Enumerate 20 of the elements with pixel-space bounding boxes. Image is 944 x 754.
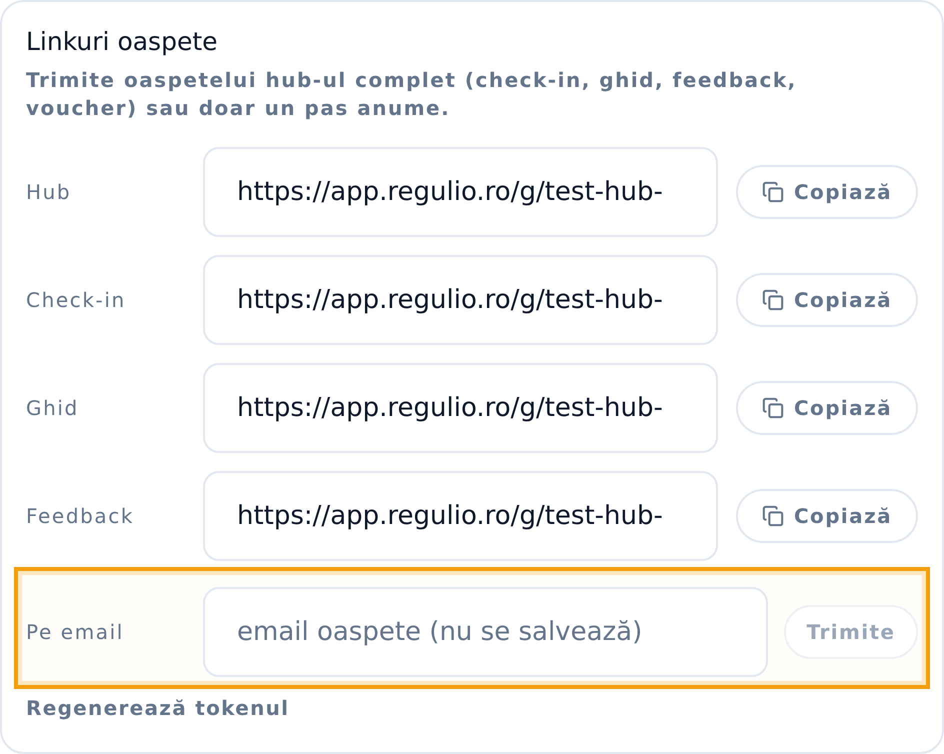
field-label: Check-in [26,287,126,314]
card-description: Trimite oaspetelui hub-ul complet (check-in, ghid, feedback, voucher) sau doar un pas anume. [26,67,798,122]
url-field[interactable]: https://app.regulio.ro/g/test-hub- [203,147,718,237]
url-field[interactable]: https://app.regulio.ro/g/test-hub- [203,363,718,453]
copy-icon [762,397,784,419]
copy-icon [762,181,784,203]
copy-button[interactable]: Copiază [736,381,918,435]
field-label: Pe email [26,619,124,646]
copy-button[interactable]: Copiază [736,489,918,543]
url-field[interactable]: https://app.regulio.ro/g/test-hub- [203,255,718,345]
field-label: Feedback [26,503,134,530]
copy-button[interactable]: Copiază [736,165,918,219]
regenerate-token-link[interactable]: Regenerează tokenul [26,694,290,722]
copy-icon [762,505,784,527]
field-label: Hub [26,179,72,206]
copy-button[interactable]: Copiază [736,273,918,327]
card-title: Linkuri oaspete [26,26,219,58]
field-label: Ghid [26,395,79,422]
url-field[interactable]: https://app.regulio.ro/g/test-hub- [203,471,718,561]
copy-icon [762,289,784,311]
